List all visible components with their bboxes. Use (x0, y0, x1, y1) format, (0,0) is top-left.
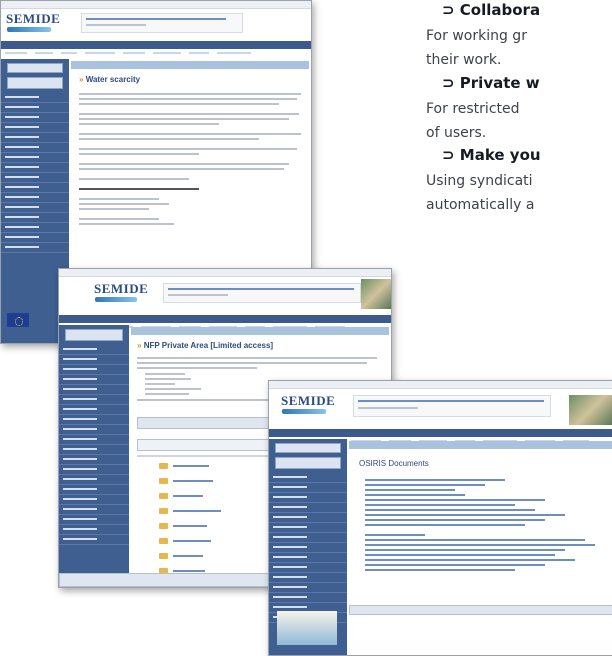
screenshot-osiris-documents: SEMIDE OSIRIS Documents (268, 380, 612, 656)
page-title: » NFP Private Area [Limited access] (137, 341, 274, 350)
feature-description: automatically a (426, 197, 535, 213)
sidebar-item[interactable] (269, 493, 347, 503)
header-photo (569, 395, 612, 425)
sidebar-item[interactable] (269, 553, 347, 563)
logo-underline (7, 27, 51, 32)
sidebar-item[interactable] (1, 193, 69, 203)
breadcrumb (131, 327, 389, 335)
logo-underline (95, 297, 137, 302)
sidebar-item[interactable] (1, 213, 69, 223)
sidebar-item[interactable] (1, 123, 69, 133)
sidebar-item[interactable] (1, 143, 69, 153)
sidebar-item[interactable] (59, 505, 129, 515)
sidebar-item[interactable] (59, 425, 129, 435)
sidebar-item[interactable] (59, 445, 129, 455)
folder-icon (159, 538, 168, 544)
feature-description: their work. (426, 52, 502, 68)
browser-topbar (1, 1, 311, 9)
sidebar-item[interactable] (1, 183, 69, 193)
sidebar-item[interactable] (1, 173, 69, 183)
sidebar-item[interactable] (1, 153, 69, 163)
sidebar-item[interactable] (269, 543, 347, 553)
folder-icon (159, 493, 168, 499)
feature-description: For working gr (426, 28, 527, 44)
sidebar-item[interactable] (59, 345, 129, 355)
sidebar-item[interactable] (269, 583, 347, 593)
sidebar-item[interactable] (59, 395, 129, 405)
sidebar-item[interactable] (1, 223, 69, 233)
browser-topbar (59, 269, 391, 277)
folder-icon (159, 553, 168, 559)
folder-icon (159, 463, 168, 469)
breadcrumb (349, 441, 612, 449)
sidebar-item[interactable] (59, 455, 129, 465)
eu-flag-image (7, 313, 29, 327)
folder-icon (159, 478, 168, 484)
sidebar-item[interactable] (269, 513, 347, 523)
site-title-box (163, 283, 361, 303)
sidebar-item[interactable] (269, 503, 347, 513)
feature-description: For restricted (426, 101, 520, 117)
sidebar-item[interactable] (269, 563, 347, 573)
feature-title-private: ⊃ Private w (442, 74, 540, 92)
sidebar-item[interactable] (269, 573, 347, 583)
sidebar-item[interactable] (59, 495, 129, 505)
header-photo (361, 279, 391, 309)
sidebar-item[interactable] (59, 435, 129, 445)
feature-description: of users. (426, 125, 487, 141)
sidebar-item[interactable] (1, 133, 69, 143)
sidebar-item[interactable] (1, 93, 69, 103)
sidebar-item[interactable] (1, 233, 69, 243)
folder-icon (159, 523, 168, 529)
sidebar-item[interactable] (59, 535, 129, 545)
site-title-box (353, 395, 551, 417)
sidebar-item[interactable] (59, 415, 129, 425)
sidebar-item[interactable] (1, 243, 69, 253)
logo-underline (282, 409, 326, 414)
feature-title-collaborate: ⊃ Collabora (442, 1, 541, 19)
sidebar-home-button[interactable] (275, 457, 341, 469)
page-title: OSIRIS Documents (359, 459, 429, 468)
sidebar-item[interactable] (59, 405, 129, 415)
sidebar-home-button[interactable] (65, 329, 123, 341)
site-title-box (81, 13, 243, 33)
search-box[interactable] (275, 443, 341, 453)
sidebar[interactable] (59, 325, 129, 575)
sidebar-item[interactable] (1, 203, 69, 213)
sidebar-item[interactable] (269, 523, 347, 533)
sidebar-item[interactable] (59, 485, 129, 495)
breadcrumb (71, 61, 309, 69)
folder-icon (159, 508, 168, 514)
semide-logo: SEMIDE (94, 281, 149, 296)
sidebar-item[interactable] (59, 385, 129, 395)
bottom-toolbar[interactable] (349, 605, 612, 615)
main-nav[interactable] (59, 315, 391, 328)
main-nav[interactable] (1, 41, 311, 54)
main-nav[interactable] (269, 429, 612, 442)
sidebar-item[interactable] (1, 113, 69, 123)
folder-actions-toolbar[interactable] (137, 439, 269, 451)
browser-topbar (269, 381, 612, 389)
feature-description: Using syndicati (426, 173, 533, 189)
sidebar-item[interactable] (59, 465, 129, 475)
sidebar-item[interactable] (59, 515, 129, 525)
sidebar-item[interactable] (59, 525, 129, 535)
sidebar-item[interactable] (59, 355, 129, 365)
sidebar-item[interactable] (269, 483, 347, 493)
sidebar-item[interactable] (1, 163, 69, 173)
semide-logo: SEMIDE (6, 11, 61, 26)
feature-title-make: ⊃ Make you (442, 146, 541, 164)
sidebar-item[interactable] (269, 533, 347, 543)
sidebar-item[interactable] (59, 475, 129, 485)
search-box[interactable] (7, 63, 63, 73)
semide-logo: SEMIDE (281, 393, 336, 408)
sidebar-home-button[interactable] (7, 77, 63, 89)
sidebar-item[interactable] (269, 473, 347, 483)
sidebar-item[interactable] (1, 103, 69, 113)
sidebar-item[interactable] (269, 593, 347, 603)
page-title: » Water scarcity (79, 75, 141, 84)
sidebar-item[interactable] (59, 375, 129, 385)
semide-water-logo (277, 611, 337, 645)
sidebar-item[interactable] (59, 365, 129, 375)
